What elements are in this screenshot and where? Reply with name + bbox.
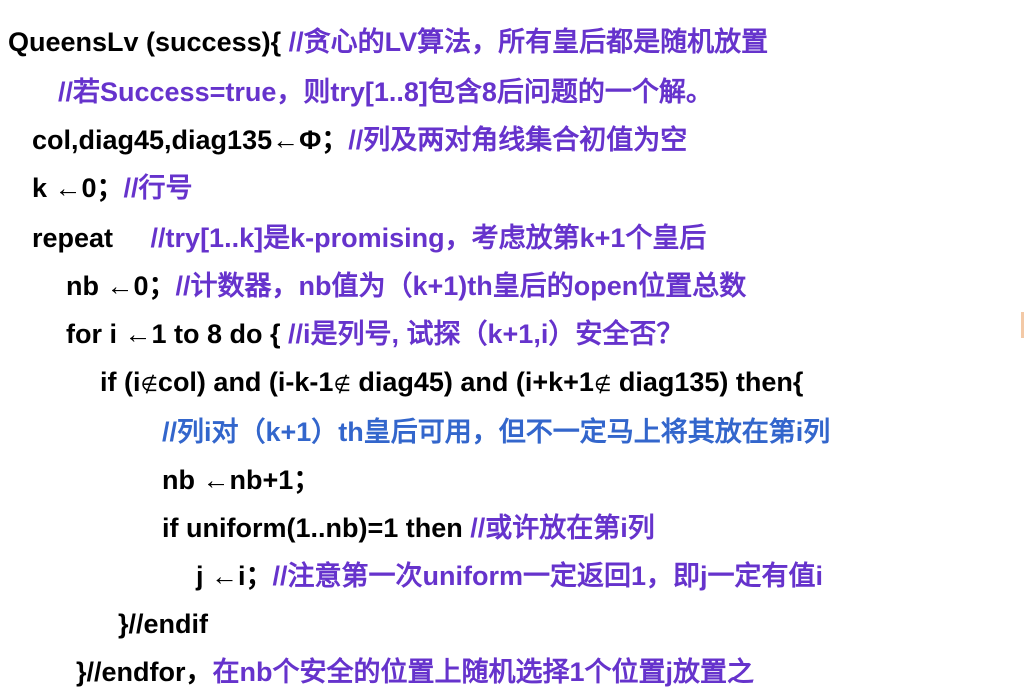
code-line-j-assign: j ←i；//注意第一次uniform一定返回1，即j一定有值i [196,558,823,594]
code-comment: //try[1..k]是k-promising，考虑放第k+1个皇后 [150,223,707,253]
code-line-endif: }//endif [118,606,208,642]
code-line-available-comment: //列i对（k+1）th皇后可用，但不一定马上将其放在第i列 [162,414,830,450]
not-in-symbol: ∉ [593,374,612,396]
code-text: nb ←0； [66,271,176,301]
code-comment: //注意第一次uniform一定返回1，即j一定有值i [272,561,824,591]
code-line-k-init: k ←0；//行号 [32,170,193,206]
code-text: if (i [100,367,141,397]
code-line-for: for i ←1 to 8 do { //i是列号, 试探（k+1,i）安全否？ [66,316,683,352]
code-line-endfor: }//endfor，在nb个安全的位置上随机选择1个位置j放置之 [76,654,754,690]
code-line-if-uniform: if uniform(1..nb)=1 then //或许放在第i列 [162,510,655,546]
code-text: j ←i； [196,561,273,591]
not-in-symbol: ∉ [333,374,351,396]
code-comment: //列及两对角线集合初值为空 [348,125,688,155]
code-text: QueensLv (success){ [8,27,289,57]
code-line-queenslv: QueensLv (success){ //贪心的LV算法，所有皇后都是随机放置 [8,24,768,60]
not-in-symbol: ∉ [140,374,158,396]
code-line-if-safe: if (i∉col) and (i-k-1∉ diag45) and (i+k+… [100,364,803,400]
code-line-repeat: repeat //try[1..k]是k-promising，考虑放第k+1个皇… [32,220,706,256]
code-comment: //列i对（k+1）th皇后可用，但不一定马上将其放在第i列 [162,417,831,447]
code-comment: //若Success=true，则try[1..8]包含8后问题的一个解。 [58,77,713,107]
code-text: repeat [32,223,151,253]
slide-content: QueensLv (success){ //贪心的LV算法，所有皇后都是随机放置… [0,0,1024,694]
code-text: nb ←nb+1； [162,465,321,495]
code-text: }//endif [118,609,209,639]
code-comment: //行号 [123,173,193,203]
code-text: if uniform(1..nb)=1 then [162,513,471,543]
code-text: col,diag45,diag135←Φ； [32,125,349,155]
code-text: k ←0； [32,173,124,203]
code-text: col) and (i-k-1 [157,367,334,397]
code-text: }//endfor， [76,657,213,687]
code-comment: 在nb个安全的位置上随机选择1个位置j放置之 [212,657,755,687]
code-text: diag45) and (i+k+1 [350,367,594,397]
code-line-nb-init: nb ←0；//计数器，nb值为（k+1)th皇后的open位置总数 [66,268,746,304]
code-comment: //计数器，nb值为（k+1)th皇后的open位置总数 [175,271,747,301]
code-comment: //i是列号, 试探（k+1,i）安全否？ [288,319,684,349]
code-line-nb-increment: nb ←nb+1； [162,462,320,498]
code-line-init-sets: col,diag45,diag135←Φ；//列及两对角线集合初值为空 [32,122,687,158]
code-text: for i ←1 to 8 do { [66,319,289,349]
code-text: diag135) then{ [611,367,804,397]
code-comment: //或许放在第i列 [470,513,655,543]
code-comment: //贪心的LV算法，所有皇后都是随机放置 [288,27,769,57]
code-line-success-comment: //若Success=true，则try[1..8]包含8后问题的一个解。 [58,74,713,110]
